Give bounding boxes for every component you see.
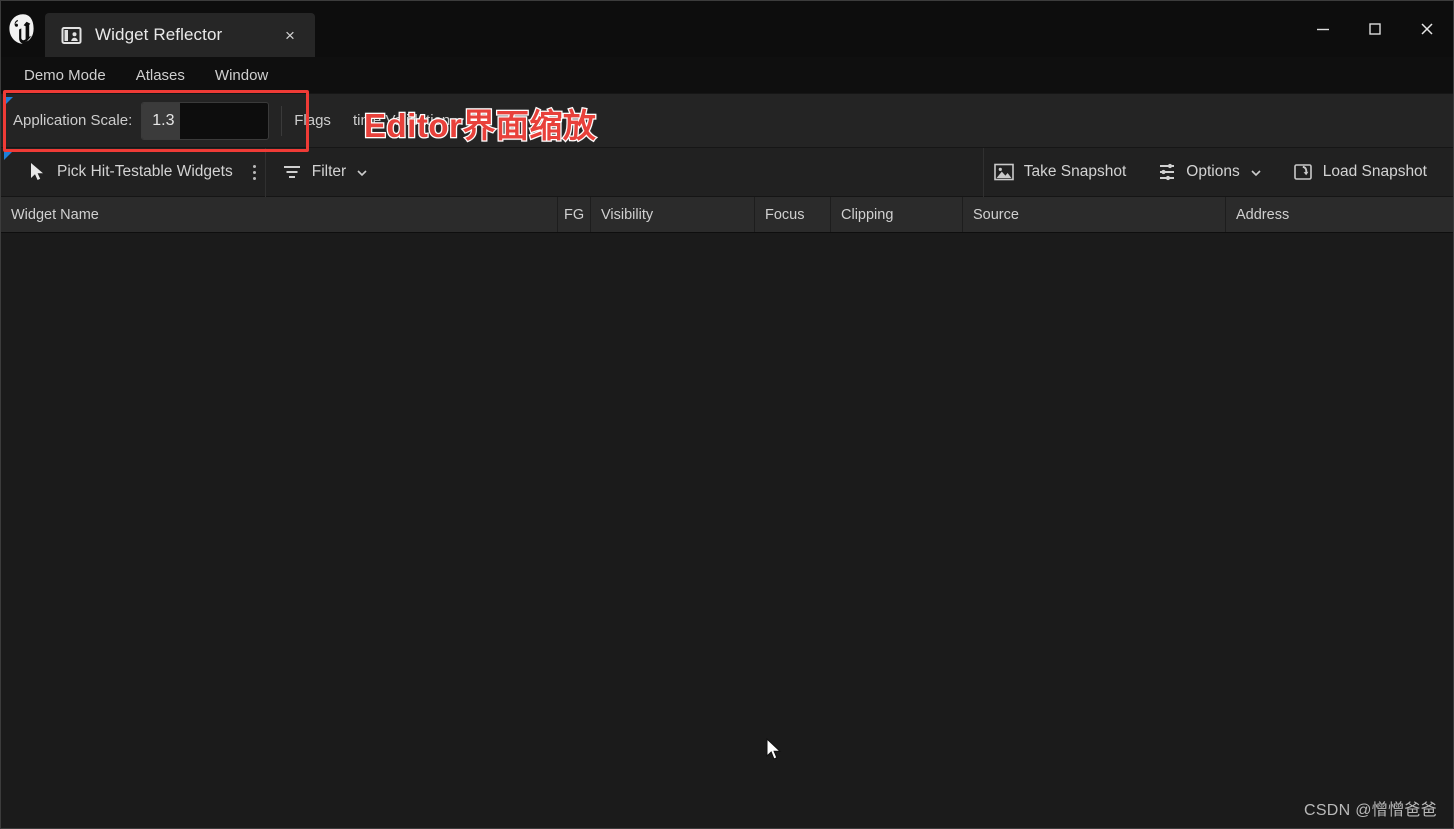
watermark-text: CSDN @憎憎爸爸 bbox=[1304, 796, 1437, 820]
column-header-widget-name[interactable]: Widget Name bbox=[1, 197, 558, 232]
sliders-icon bbox=[1158, 162, 1176, 182]
image-icon bbox=[994, 162, 1014, 182]
filter-icon bbox=[282, 163, 302, 181]
take-snapshot-button[interactable]: Take Snapshot bbox=[984, 148, 1137, 196]
toolbar-separator bbox=[281, 106, 282, 136]
chevron-down-icon bbox=[1250, 167, 1261, 178]
column-header-focus[interactable]: Focus bbox=[755, 197, 831, 232]
reflector-toolbar: Pick Hit-Testable Widgets Filter bbox=[1, 148, 1453, 197]
application-scale-input[interactable]: 1.3 bbox=[141, 102, 269, 140]
more-options-icon[interactable] bbox=[245, 165, 265, 180]
download-tray-icon bbox=[1293, 162, 1313, 182]
filter-label: Filter bbox=[312, 163, 346, 181]
close-icon[interactable] bbox=[1401, 1, 1453, 57]
window-controls bbox=[1297, 1, 1453, 57]
column-header-visibility[interactable]: Visibility bbox=[591, 197, 755, 232]
column-header-source[interactable]: Source bbox=[963, 197, 1226, 232]
toolbar-customize-marker-2 bbox=[4, 151, 13, 160]
annotation-text: Editor界面缩放 bbox=[364, 99, 596, 147]
column-header-clipping[interactable]: Clipping bbox=[831, 197, 963, 232]
column-header-address[interactable]: Address bbox=[1226, 197, 1453, 232]
column-header-fg[interactable]: FG bbox=[558, 197, 591, 232]
mouse-pointer-icon bbox=[766, 738, 784, 762]
widget-reflector-window: Widget Reflector × Demo Mode Atlases Win… bbox=[0, 0, 1454, 829]
pick-widgets-group: Pick Hit-Testable Widgets bbox=[1, 162, 265, 182]
title-bar: Widget Reflector × bbox=[1, 1, 1453, 57]
tab-widget-reflector[interactable]: Widget Reflector × bbox=[45, 13, 315, 57]
filter-button[interactable]: Filter bbox=[266, 148, 377, 196]
maximize-icon[interactable] bbox=[1349, 1, 1401, 57]
application-scale-label: Application Scale: bbox=[13, 112, 132, 129]
load-snapshot-button[interactable]: Load Snapshot bbox=[1283, 148, 1437, 196]
chevron-down-icon bbox=[356, 167, 367, 178]
application-scale-value: 1.3 bbox=[142, 112, 174, 130]
widget-table-header: Widget Name FG Visibility Focus Clipping… bbox=[1, 197, 1453, 233]
menu-bar: Demo Mode Atlases Window bbox=[1, 57, 1453, 93]
tab-close-icon[interactable]: × bbox=[279, 24, 301, 46]
options-label: Options bbox=[1186, 163, 1239, 181]
widget-table-body[interactable]: CSDN @憎憎爸爸 bbox=[1, 233, 1453, 828]
unreal-engine-logo bbox=[1, 1, 45, 57]
menu-item-atlases[interactable]: Atlases bbox=[123, 63, 198, 88]
pick-widgets-label: Pick Hit-Testable Widgets bbox=[57, 163, 233, 181]
application-scale-group: Application Scale: 1.3 bbox=[1, 94, 269, 147]
widget-reflector-icon bbox=[61, 25, 82, 46]
pick-hit-testable-widgets-button[interactable]: Pick Hit-Testable Widgets bbox=[19, 162, 243, 182]
tab-title: Widget Reflector bbox=[95, 25, 266, 45]
load-snapshot-label: Load Snapshot bbox=[1323, 163, 1427, 181]
options-button[interactable]: Options bbox=[1148, 148, 1270, 196]
take-snapshot-label: Take Snapshot bbox=[1024, 163, 1127, 181]
snapshot-tools-group: Take Snapshot Options bbox=[984, 148, 1453, 196]
application-scale-toolbar: Application Scale: 1.3 Flags time Valida… bbox=[1, 93, 1453, 148]
flags-menu[interactable]: Flags bbox=[294, 112, 331, 129]
toolbar-customize-marker bbox=[4, 97, 13, 106]
menu-item-demo-mode[interactable]: Demo Mode bbox=[11, 63, 119, 88]
cursor-arrow-icon bbox=[29, 162, 47, 182]
menu-item-window[interactable]: Window bbox=[202, 63, 281, 88]
flags-label: Flags bbox=[294, 112, 331, 129]
minimize-icon[interactable] bbox=[1297, 1, 1349, 57]
